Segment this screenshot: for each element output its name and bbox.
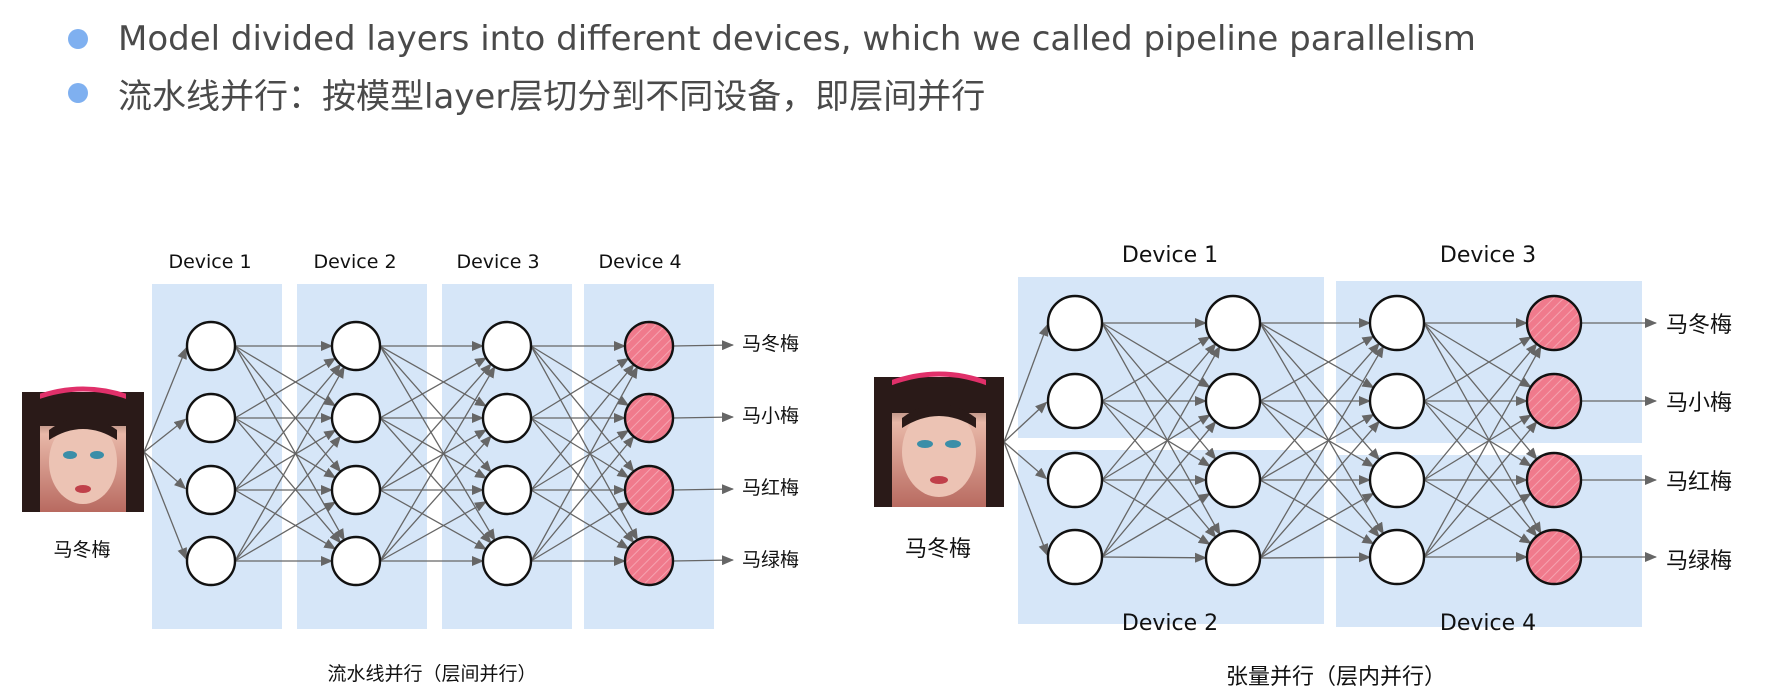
- output-label: 马小梅: [742, 405, 799, 427]
- output-label: 马冬梅: [742, 333, 799, 355]
- output-node: [1525, 372, 1583, 430]
- edge-arrow: [1259, 552, 1372, 563]
- output-label: 马绿梅: [1666, 549, 1732, 574]
- device-label: Device 4: [1440, 611, 1536, 636]
- hidden-node: [185, 392, 237, 444]
- hidden-node: [1046, 372, 1104, 430]
- output-node: [1525, 451, 1583, 509]
- edge-arrow: [1101, 552, 1208, 563]
- output-node: [623, 464, 675, 516]
- pipeline-diagram: Device 1 Device 2 Device 3 Device 4 马冬梅 …: [22, 251, 799, 685]
- hidden-node: [185, 320, 237, 372]
- output-label: 马冬梅: [1666, 313, 1732, 338]
- hidden-node: [1046, 294, 1104, 352]
- hidden-node: [1046, 528, 1104, 586]
- hidden-node: [481, 392, 533, 444]
- hidden-node: [1046, 451, 1104, 509]
- hidden-node: [481, 535, 533, 587]
- diagram-caption: 张量并行（层内并行）: [1226, 665, 1446, 686]
- device-label: Device 2: [1122, 611, 1218, 636]
- hidden-node: [330, 392, 382, 444]
- parallelism-diagram: Device 1 Device 2 Device 3 Device 4 马冬梅 …: [22, 243, 1732, 686]
- hidden-node: [481, 464, 533, 516]
- hidden-node: [481, 320, 533, 372]
- input-photo: [22, 386, 144, 512]
- device-label: Device 4: [598, 251, 681, 273]
- input-label: 马冬梅: [53, 539, 110, 561]
- device-label: Device 3: [1440, 243, 1536, 268]
- input-label: 马冬梅: [905, 537, 971, 562]
- device-label: Device 1: [168, 251, 251, 273]
- output-node: [1525, 528, 1583, 586]
- hidden-node: [185, 464, 237, 516]
- output-node: [623, 392, 675, 444]
- hidden-node: [330, 320, 382, 372]
- hidden-node: [1368, 528, 1426, 586]
- output-label: 马红梅: [742, 477, 799, 499]
- diagram-caption: 流水线并行（层间并行）: [327, 663, 536, 685]
- hidden-node: [1368, 372, 1426, 430]
- device-label: Device 2: [313, 251, 396, 273]
- output-node: [623, 535, 675, 587]
- hidden-node: [185, 535, 237, 587]
- device-label: Device 1: [1122, 243, 1218, 268]
- hidden-node: [330, 535, 382, 587]
- hidden-node: [1368, 294, 1426, 352]
- hidden-node: [1204, 451, 1262, 509]
- output-label: 马小梅: [1666, 391, 1732, 416]
- output-label: 马绿梅: [742, 549, 799, 571]
- tensor-diagram: Device 1 Device 3 Device 2 Device 4 马冬梅 …: [874, 243, 1732, 686]
- device-label: Device 3: [456, 251, 539, 273]
- hidden-node: [330, 464, 382, 516]
- output-label: 马红梅: [1666, 470, 1732, 495]
- hidden-node: [1204, 294, 1262, 352]
- output-node: [623, 320, 675, 372]
- hidden-node: [1204, 372, 1262, 430]
- output-node: [1525, 294, 1583, 352]
- hidden-node: [1368, 451, 1426, 509]
- input-photo: [874, 371, 1004, 507]
- hidden-node: [1204, 529, 1262, 587]
